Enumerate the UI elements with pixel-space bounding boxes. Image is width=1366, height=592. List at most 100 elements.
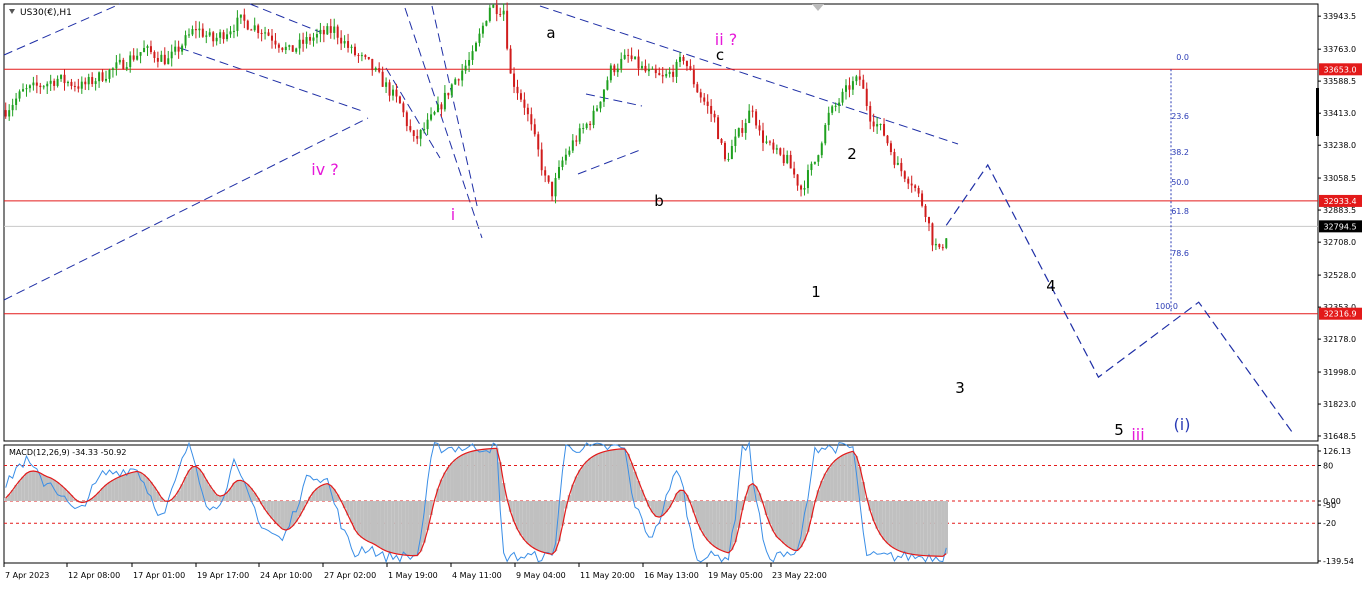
candle-body <box>689 66 692 70</box>
macd-hist-bar <box>830 463 834 502</box>
candle-body <box>751 110 754 112</box>
macd-hist-bar <box>55 482 60 502</box>
candle-body <box>264 32 267 34</box>
candle-body <box>941 247 944 249</box>
macd-hist-bar <box>356 501 361 535</box>
candle-body <box>416 135 419 139</box>
macd-hist-bar <box>284 501 288 531</box>
macd-hist-bar <box>387 501 392 553</box>
macd-hist-bar <box>367 501 371 542</box>
macd-hist-bar <box>125 474 129 502</box>
y-tick-label: 33588.5 <box>1323 77 1356 86</box>
candle-body <box>309 37 312 41</box>
candle-body <box>838 102 841 106</box>
candle-body <box>8 110 11 117</box>
price-tag-1: 32933.4 <box>1323 197 1356 206</box>
y-tick-label: 32528.0 <box>1323 271 1356 280</box>
macd-hist-bar <box>48 477 53 502</box>
macd-hist-bar <box>384 501 388 551</box>
candle-body <box>39 85 42 88</box>
macd-hist-bar <box>899 501 904 552</box>
candle-body <box>156 57 159 62</box>
macd-hist-bar <box>588 458 592 502</box>
macd-hist-bar <box>235 480 240 502</box>
candle-body <box>315 34 318 38</box>
price-tag-0: 33653.0 <box>1323 65 1356 74</box>
candle-body <box>419 129 422 139</box>
candle-body <box>606 80 609 90</box>
macd-hist-bar <box>373 501 378 546</box>
candle-body <box>893 152 896 165</box>
candle-body <box>544 170 547 176</box>
macd-hist-bar <box>412 501 416 556</box>
y-tick-label: 33763.0 <box>1323 45 1356 54</box>
macd-hist-bar <box>578 470 582 502</box>
candle-body <box>720 138 723 143</box>
candle-body <box>710 105 713 114</box>
candle-body <box>385 82 388 87</box>
macd-hist-bar <box>909 501 914 555</box>
macd-hist-bar <box>882 501 886 540</box>
candle-body <box>139 52 142 56</box>
candle-body <box>450 84 453 96</box>
candle-body <box>201 28 204 37</box>
macd-hist-bar <box>467 452 471 502</box>
macd-hist-bar <box>463 453 468 502</box>
candle-body <box>257 25 260 33</box>
candle-body <box>70 81 73 86</box>
fib-label-0-0: 0.0 <box>1176 53 1189 62</box>
candle-body <box>149 46 152 53</box>
candle-body <box>502 10 505 15</box>
candle-body <box>357 54 360 56</box>
candle-body <box>471 51 474 60</box>
macd-hist-bar <box>197 468 202 502</box>
x-tick-label: 4 May 11:00 <box>452 571 502 580</box>
candle-body <box>253 25 256 31</box>
macd-hist-bar <box>833 460 838 502</box>
candle-body <box>63 74 66 84</box>
macd-hist-bar <box>280 501 285 530</box>
macd-hist-bar <box>42 475 46 502</box>
candle-body <box>475 42 478 52</box>
y-tick-label: 33238.0 <box>1323 141 1356 150</box>
wave-label-6: 1 <box>811 283 821 301</box>
candle-body <box>378 68 381 72</box>
candle-body <box>886 135 889 144</box>
candle-body <box>409 126 412 131</box>
candle-body <box>679 56 682 62</box>
macd-hist-bar <box>782 501 786 544</box>
macd-hist-bar <box>446 467 451 502</box>
candle-body <box>523 99 526 108</box>
candle-body <box>32 82 35 86</box>
macd-hist-bar <box>705 501 710 541</box>
macd-tick-label: -50 <box>1323 501 1336 510</box>
macd-hist-bar <box>401 501 406 555</box>
wave-label-5: c <box>716 46 724 64</box>
candle-body <box>796 174 799 186</box>
macd-hist-bar <box>187 470 191 502</box>
candle-body <box>800 185 803 190</box>
candle-body <box>806 170 809 189</box>
candle-body <box>212 32 215 42</box>
macd-hist-bar <box>17 480 22 502</box>
candle-body <box>381 71 384 87</box>
macd-hist-bar <box>45 476 49 502</box>
candle-body <box>326 26 329 35</box>
candle-body <box>786 154 789 164</box>
candle-body <box>907 178 910 184</box>
macd-tick-label: -20 <box>1323 519 1336 528</box>
macd-hist-bar <box>609 450 613 502</box>
candle-body <box>305 37 308 44</box>
macd-hist-bar <box>927 501 931 556</box>
candle-body <box>665 73 668 77</box>
macd-hist-bar <box>785 501 789 547</box>
candle-body <box>347 41 350 48</box>
macd-hist-bar <box>118 476 122 502</box>
macd-hist-bar <box>889 501 893 547</box>
candle-body <box>748 110 751 124</box>
candle-body <box>181 45 184 52</box>
candle-body <box>374 68 377 71</box>
candle-body <box>723 142 726 160</box>
candle-body <box>651 68 654 70</box>
candle-body <box>42 86 45 88</box>
